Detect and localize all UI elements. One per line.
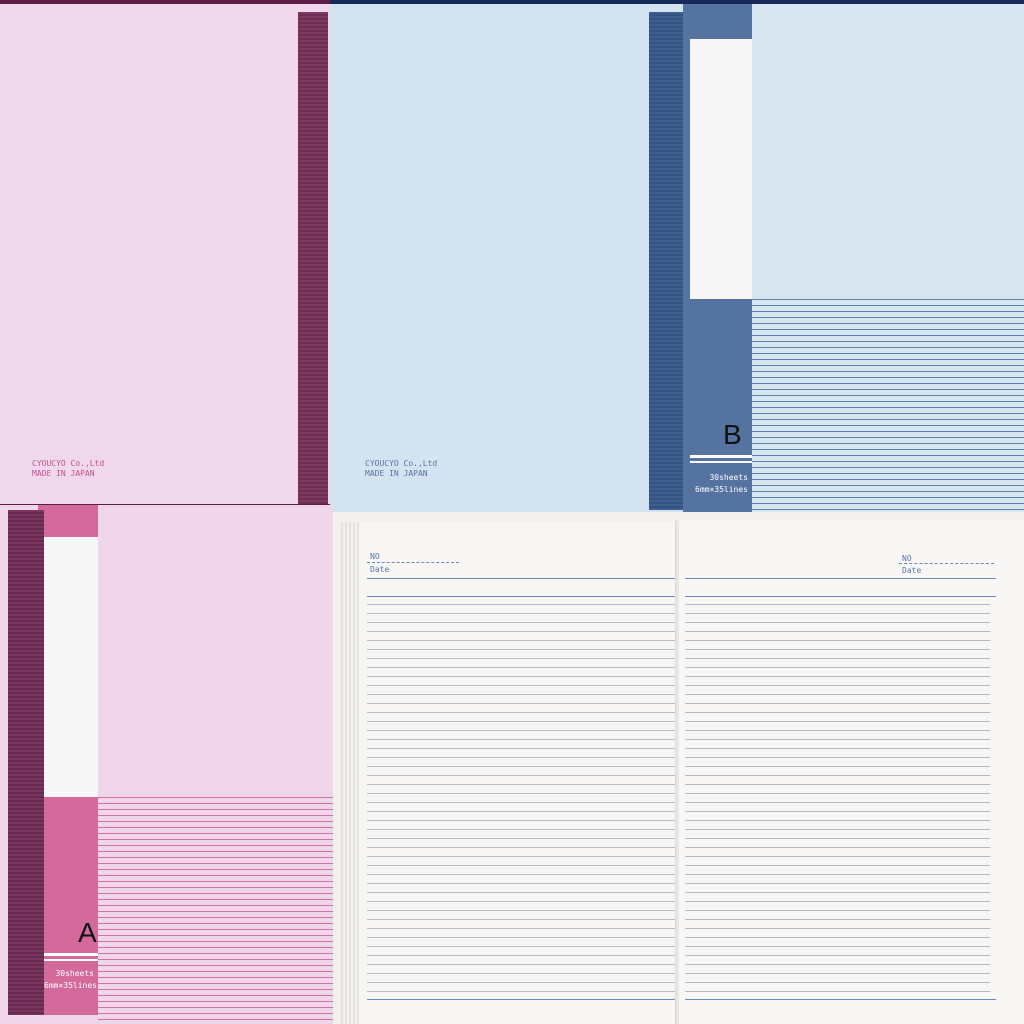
- right-bottom-rule: [685, 999, 996, 1000]
- blue-ruling-spec: 6mm×35lines: [695, 485, 748, 494]
- pink-cover-letter: A: [78, 917, 97, 948]
- page-stack-edge: [341, 522, 359, 1024]
- right-date-label: Date: [902, 566, 922, 575]
- pink-title-label-area: [44, 537, 98, 797]
- right-page: NO Date: [679, 520, 1024, 1024]
- pink-sheet-count: 30sheets: [55, 969, 94, 978]
- pink-cover-rule: [44, 953, 98, 956]
- blue-notebook-back-cover: CYOUCYO Co.,Ltd MADE IN JAPAN: [330, 0, 690, 516]
- blue-sheet-count: 30sheets: [709, 473, 748, 482]
- pink-front-spine: [8, 510, 44, 1015]
- left-ruled-lines: [367, 596, 677, 992]
- blue-title-label-area: [690, 39, 752, 299]
- open-notebook-spread: NO Date NO Date: [333, 512, 1024, 1024]
- left-page: NO Date: [359, 522, 677, 1024]
- blue-cover-ruled-lines: [752, 299, 1024, 516]
- pink-ruling-spec: 6mm×35lines: [44, 981, 97, 990]
- pink-spine: [298, 12, 328, 507]
- pink-cover-rule: [44, 959, 98, 961]
- blue-back-maker-text: CYOUCYO Co.,Ltd MADE IN JAPAN: [365, 459, 437, 479]
- left-date-label: Date: [370, 565, 390, 574]
- blue-maker-line1: CYOUCYO Co.,Ltd: [365, 459, 438, 468]
- blue-maker-line2: MADE IN JAPAN: [365, 469, 428, 478]
- pink-cover-spec: 30sheets 6mm×35lines: [44, 968, 97, 992]
- blue-cover-spec: 30sheets 6mm×35lines: [690, 472, 748, 496]
- right-no-dotted-line: [899, 563, 994, 564]
- blue-cover-rule: [690, 461, 752, 463]
- left-header-rule: [367, 578, 677, 579]
- blue-cover-letter: B: [723, 419, 742, 450]
- left-no-label: NO: [370, 552, 380, 561]
- pink-back-maker-text: CYOUCYO Co.,Ltd MADE IN JAPAN: [32, 459, 104, 479]
- blue-cover-rule: [690, 455, 752, 458]
- left-no-dotted-line: [367, 562, 459, 563]
- left-bottom-rule: [367, 999, 677, 1000]
- right-header-rule: [685, 578, 996, 579]
- pink-notebook-front-cover: A 30sheets 6mm×35lines: [0, 505, 333, 1024]
- pink-cover-ruled-lines: [98, 797, 333, 1024]
- pink-notebook-back-cover: CYOUCYO Co.,Ltd MADE IN JAPAN: [0, 0, 330, 509]
- pink-maker-line2: MADE IN JAPAN: [32, 469, 95, 478]
- right-ruled-lines: [685, 596, 990, 992]
- blue-notebook-front-cover: B 30sheets 6mm×35lines: [683, 0, 1024, 516]
- pink-maker-line1: CYOUCYO Co.,Ltd: [32, 459, 105, 468]
